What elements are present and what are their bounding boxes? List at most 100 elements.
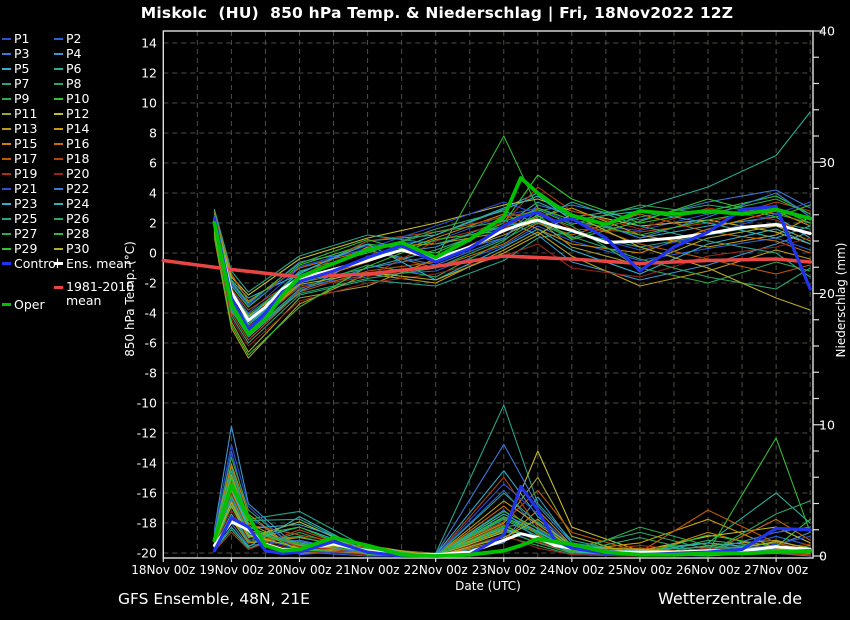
- svg-text:18Nov 00z: 18Nov 00z: [131, 563, 195, 577]
- legend-swatch: [2, 248, 11, 250]
- legend-label: P27: [14, 226, 37, 241]
- legend-item-p10: P10: [54, 91, 138, 106]
- legend-item-p17: P17: [2, 151, 54, 166]
- left-axis-title: 850 hPa Temp. (°C): [123, 241, 137, 357]
- svg-text:22Nov 00z: 22Nov 00z: [404, 563, 468, 577]
- legend-item-p8: P8: [54, 76, 138, 91]
- svg-text:10: 10: [141, 96, 157, 111]
- svg-text:19Nov 00z: 19Nov 00z: [199, 563, 263, 577]
- svg-text:-8: -8: [145, 366, 158, 381]
- legend-label: P29: [14, 241, 37, 256]
- legend-swatch: [2, 83, 11, 85]
- legend-item-p6: P6: [54, 61, 138, 76]
- legend-item-p9: P9: [2, 91, 54, 106]
- svg-text:20Nov 00z: 20Nov 00z: [267, 563, 331, 577]
- svg-text:14: 14: [141, 36, 157, 51]
- legend-item-p28: P28: [54, 226, 138, 241]
- svg-text:20: 20: [819, 286, 835, 301]
- legend-label: Oper: [14, 297, 45, 312]
- legend-item-p27: P27: [2, 226, 54, 241]
- legend-item-p21: P21: [2, 181, 54, 196]
- legend-item-p26: P26: [54, 211, 138, 226]
- legend-label: P14: [66, 121, 89, 136]
- svg-text:0: 0: [819, 549, 827, 564]
- legend-swatch: [2, 38, 11, 40]
- legend-item-p24: P24: [54, 196, 138, 211]
- legend-swatch: [54, 83, 63, 85]
- legend-label: P4: [66, 46, 82, 61]
- svg-text:12: 12: [141, 66, 157, 81]
- legend-swatch: [2, 262, 11, 265]
- legend-label: P7: [14, 76, 30, 91]
- svg-text:0: 0: [149, 246, 157, 261]
- legend-swatch: [54, 38, 63, 40]
- legend-label: P23: [14, 196, 37, 211]
- legend-label: P25: [14, 211, 37, 226]
- legend-swatch: [2, 113, 11, 115]
- legend-swatch: [2, 303, 11, 306]
- svg-text:-2: -2: [145, 276, 157, 291]
- legend-item-p15: P15: [2, 136, 54, 151]
- svg-text:8: 8: [149, 126, 157, 141]
- legend-label: P3: [14, 46, 30, 61]
- legend-item-p4: P4: [54, 46, 138, 61]
- legend-label: P16: [66, 136, 89, 151]
- legend-item-p11: P11: [2, 106, 54, 121]
- svg-text:-6: -6: [145, 336, 158, 351]
- svg-text:-10: -10: [137, 396, 157, 411]
- legend-swatch: [54, 68, 63, 70]
- legend-item-p19: P19: [2, 166, 54, 181]
- legend-swatch: [54, 233, 63, 235]
- legend-swatch: [54, 188, 63, 190]
- legend-label: Control: [14, 256, 59, 271]
- legend-label: P2: [66, 31, 82, 46]
- legend-item-p14: P14: [54, 121, 138, 136]
- legend-label: P24: [66, 196, 89, 211]
- legend-swatch: [54, 128, 63, 130]
- svg-text:-16: -16: [137, 486, 157, 501]
- legend-swatch: [54, 203, 63, 205]
- svg-text:10: 10: [819, 417, 835, 432]
- legend-column-1: P1P3P5P7P9P11P13P15P17P19P21P23P25P27P29…: [2, 31, 54, 312]
- legend-swatch: [2, 98, 11, 100]
- svg-text:4: 4: [149, 186, 157, 201]
- legend-item-p3: P3: [2, 46, 54, 61]
- legend-label: P18: [66, 151, 89, 166]
- svg-text:-12: -12: [137, 426, 157, 441]
- legend-swatch: [54, 98, 63, 100]
- legend-swatch: [2, 233, 11, 235]
- right-axis-title: Niederschlag (mm): [834, 243, 848, 358]
- model-info-text: GFS Ensemble, 48N, 21E: [118, 590, 310, 608]
- legend-swatch: [54, 248, 63, 250]
- legend-label: P30: [66, 241, 89, 256]
- legend-swatch: [2, 128, 11, 130]
- svg-text:24Nov 00z: 24Nov 00z: [540, 563, 604, 577]
- legend-label: P20: [66, 166, 89, 181]
- legend-swatch: [54, 218, 63, 220]
- legend-label: P1: [14, 31, 30, 46]
- legend-item-p23: P23: [2, 196, 54, 211]
- svg-text:-4: -4: [145, 306, 158, 321]
- legend-swatch: [2, 158, 11, 160]
- svg-text:6: 6: [149, 156, 157, 171]
- legend-item-p13: P13: [2, 121, 54, 136]
- legend-swatch: [54, 158, 63, 160]
- legend-label: P9: [14, 91, 30, 106]
- legend-item-p20: P20: [54, 166, 138, 181]
- legend-label: P5: [14, 61, 30, 76]
- svg-text:30: 30: [819, 155, 835, 170]
- legend-item-p25: P25: [2, 211, 54, 226]
- legend-item-p18: P18: [54, 151, 138, 166]
- svg-text:21Nov 00z: 21Nov 00z: [336, 563, 400, 577]
- legend-item-p29: P29: [2, 241, 54, 256]
- legend-item-oper: Oper: [2, 297, 54, 312]
- legend-label: P8: [66, 76, 82, 91]
- legend-swatch: [2, 173, 11, 175]
- legend-label: P11: [14, 106, 37, 121]
- legend-label: P28: [66, 226, 89, 241]
- svg-text:-14: -14: [137, 456, 157, 471]
- watermark-text: Wetterzentrale.de: [658, 589, 802, 608]
- legend-swatch: [2, 53, 11, 55]
- legend-swatch: [2, 143, 11, 145]
- legend-swatch: [2, 218, 11, 220]
